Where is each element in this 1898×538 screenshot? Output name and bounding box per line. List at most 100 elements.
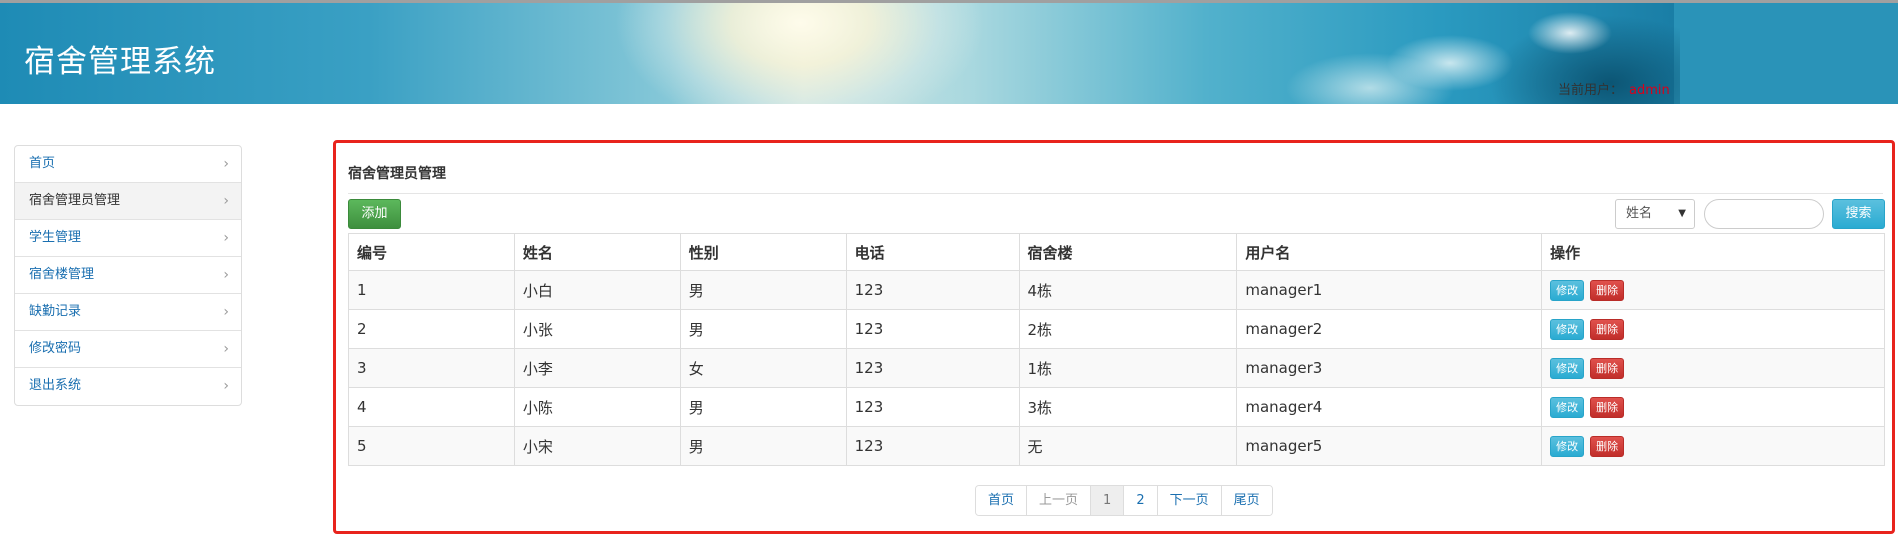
edit-button[interactable]: 修改 xyxy=(1550,435,1585,457)
cell-gender: 男 xyxy=(679,309,847,349)
chevron-right-icon: › xyxy=(223,304,229,320)
cell-name: 小陈 xyxy=(513,387,681,427)
column-header: 用户名 xyxy=(1236,233,1543,271)
cell-phone: 123 xyxy=(845,309,1020,349)
cell-phone: 123 xyxy=(845,348,1020,388)
header-banner: 宿舍管理系统 当前用户： admin xyxy=(0,0,1898,104)
main-panel: 宿舍管理员管理 添加 姓名 ▼ 搜索 编号 姓名 性别 电话 宿舍楼 用户名 操… xyxy=(333,140,1895,534)
pagination: 首页 上一页 1 2 下一页 尾页 xyxy=(975,485,1273,516)
app-title: 宿舍管理系统 xyxy=(24,44,216,80)
cell-id: 4 xyxy=(348,387,515,427)
caret-down-icon: ▼ xyxy=(1678,208,1686,219)
cell-actions: 修改 删除 xyxy=(1541,426,1885,466)
sidebar-item-label: 宿舍管理员管理 xyxy=(29,193,121,208)
pagination-last[interactable]: 尾页 xyxy=(1220,486,1272,515)
chevron-right-icon: › xyxy=(223,378,229,394)
search-button[interactable]: 搜索 xyxy=(1832,199,1885,229)
cell-actions: 修改 删除 xyxy=(1541,309,1885,349)
table-row: 5 小宋 男 123 无 manager5 修改 删除 xyxy=(348,426,1885,466)
divider xyxy=(348,193,1883,194)
sidebar-nav: 首页 › 宿舍管理员管理 › 学生管理 › 宿舍楼管理 › 缺勤记录 › 修改密… xyxy=(14,145,242,406)
pagination-next[interactable]: 下一页 xyxy=(1156,486,1221,515)
delete-button[interactable]: 删除 xyxy=(1590,396,1625,418)
sidebar-item-students[interactable]: 学生管理 › xyxy=(15,220,241,257)
cell-username: manager4 xyxy=(1236,387,1543,427)
sidebar-item-label: 首页 xyxy=(29,156,56,171)
delete-button[interactable]: 删除 xyxy=(1590,435,1625,457)
cell-username: manager1 xyxy=(1236,270,1543,310)
cell-gender: 男 xyxy=(679,270,847,310)
managers-table: 编号 姓名 性别 电话 宿舍楼 用户名 操作 1 小白 男 123 4栋 man… xyxy=(348,233,1885,466)
cell-building: 4栋 xyxy=(1018,270,1238,310)
sidebar-item-change-password[interactable]: 修改密码 › xyxy=(15,331,241,368)
cell-name: 小宋 xyxy=(513,426,681,466)
column-header: 姓名 xyxy=(513,233,681,271)
sidebar-item-absence-records[interactable]: 缺勤记录 › xyxy=(15,294,241,331)
cell-building: 1栋 xyxy=(1018,348,1238,388)
search-field-select[interactable]: 姓名 ▼ xyxy=(1615,199,1695,229)
table-row: 1 小白 男 123 4栋 manager1 修改 删除 xyxy=(348,270,1885,310)
sidebar-item-label: 宿舍楼管理 xyxy=(29,267,95,282)
cell-name: 小李 xyxy=(513,348,681,388)
table-row: 3 小李 女 123 1栋 manager3 修改 删除 xyxy=(348,348,1885,388)
edit-button[interactable]: 修改 xyxy=(1550,357,1585,379)
column-header: 电话 xyxy=(845,233,1020,271)
table-header-row: 编号 姓名 性别 电话 宿舍楼 用户名 操作 xyxy=(348,233,1885,271)
cell-phone: 123 xyxy=(845,387,1020,427)
cell-gender: 男 xyxy=(679,387,847,427)
sidebar-item-dorm-managers[interactable]: 宿舍管理员管理 › xyxy=(15,183,241,220)
edit-button[interactable]: 修改 xyxy=(1550,396,1585,418)
search-field-value: 姓名 xyxy=(1626,206,1653,221)
pagination-page-2[interactable]: 2 xyxy=(1123,486,1157,515)
column-header: 操作 xyxy=(1541,233,1885,271)
pagination-prev[interactable]: 上一页 xyxy=(1026,486,1091,515)
column-header: 宿舍楼 xyxy=(1018,233,1238,271)
table-row: 4 小陈 男 123 3栋 manager4 修改 删除 xyxy=(348,387,1885,427)
cell-gender: 男 xyxy=(679,426,847,466)
edit-button[interactable]: 修改 xyxy=(1550,318,1585,340)
current-user-info: 当前用户： admin xyxy=(1558,79,1670,98)
cell-building: 无 xyxy=(1018,426,1238,466)
sidebar-item-label: 修改密码 xyxy=(29,341,82,356)
sidebar-item-buildings[interactable]: 宿舍楼管理 › xyxy=(15,257,241,294)
sidebar-item-home[interactable]: 首页 › xyxy=(15,146,241,183)
cell-id: 1 xyxy=(348,270,515,310)
cell-id: 2 xyxy=(348,309,515,349)
cell-actions: 修改 删除 xyxy=(1541,270,1885,310)
cell-gender: 女 xyxy=(679,348,847,388)
current-user-name: admin xyxy=(1629,83,1670,98)
cell-phone: 123 xyxy=(845,270,1020,310)
pagination-first[interactable]: 首页 xyxy=(976,486,1027,515)
cell-id: 5 xyxy=(348,426,515,466)
current-user-label: 当前用户： xyxy=(1558,83,1624,98)
add-button[interactable]: 添加 xyxy=(348,199,401,229)
delete-button[interactable]: 删除 xyxy=(1590,357,1625,379)
sidebar-item-label: 退出系统 xyxy=(29,378,82,393)
table-row: 2 小张 男 123 2栋 manager2 修改 删除 xyxy=(348,309,1885,349)
cell-building: 3栋 xyxy=(1018,387,1238,427)
column-header: 编号 xyxy=(348,233,515,271)
column-header: 性别 xyxy=(679,233,847,271)
pagination-page-1[interactable]: 1 xyxy=(1090,486,1124,515)
cell-username: manager5 xyxy=(1236,426,1543,466)
edit-button[interactable]: 修改 xyxy=(1550,279,1585,301)
sidebar-item-logout[interactable]: 退出系统 › xyxy=(15,368,241,405)
delete-button[interactable]: 删除 xyxy=(1590,279,1625,301)
cell-username: manager3 xyxy=(1236,348,1543,388)
cell-actions: 修改 删除 xyxy=(1541,387,1885,427)
cell-username: manager2 xyxy=(1236,309,1543,349)
cell-name: 小张 xyxy=(513,309,681,349)
sidebar-item-label: 学生管理 xyxy=(29,230,82,245)
chevron-right-icon: › xyxy=(223,267,229,283)
chevron-right-icon: › xyxy=(223,341,229,357)
chevron-right-icon: › xyxy=(223,230,229,246)
cell-actions: 修改 删除 xyxy=(1541,348,1885,388)
cell-phone: 123 xyxy=(845,426,1020,466)
cell-building: 2栋 xyxy=(1018,309,1238,349)
page-title: 宿舍管理员管理 xyxy=(348,166,446,182)
search-input[interactable] xyxy=(1704,199,1824,229)
cell-id: 3 xyxy=(348,348,515,388)
chevron-right-icon: › xyxy=(223,193,229,209)
chevron-right-icon: › xyxy=(223,156,229,172)
delete-button[interactable]: 删除 xyxy=(1590,318,1625,340)
